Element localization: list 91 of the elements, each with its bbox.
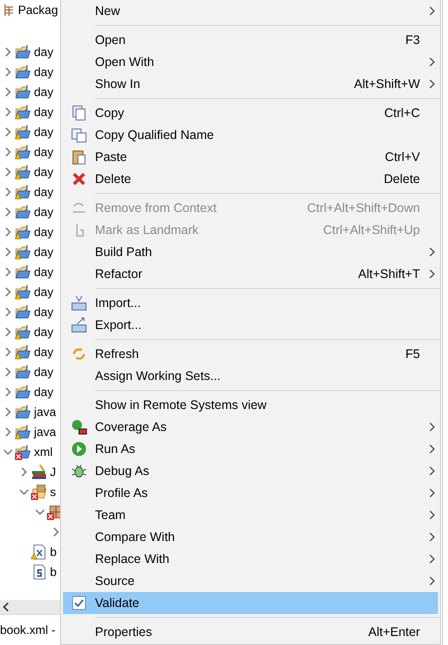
tree-item-label[interactable]: day [34, 322, 54, 342]
books-icon [31, 464, 47, 480]
menu-item[interactable]: Compare With [63, 526, 438, 548]
run-icon [71, 441, 87, 457]
menu-item[interactable]: Profile As [63, 482, 438, 504]
refresh-icon [71, 346, 87, 362]
menu-item[interactable]: Refresh F5 [63, 343, 438, 365]
tree-item-label[interactable]: java [34, 402, 56, 422]
menu-item[interactable]: Properties Alt+Enter [63, 621, 438, 643]
expand-chevron-icon[interactable] [3, 207, 13, 217]
menu-item[interactable]: Build Path [63, 241, 438, 263]
delete-icon [71, 171, 87, 187]
menu-item[interactable]: Validate [63, 592, 438, 614]
expand-chevron-icon[interactable] [3, 247, 13, 257]
menu-item[interactable]: Replace With [63, 548, 438, 570]
export-icon [71, 317, 87, 333]
menu-item[interactable]: Show in Remote Systems view [63, 394, 438, 416]
expand-chevron-icon[interactable] [3, 127, 13, 137]
scroll-left-icon[interactable] [2, 602, 10, 612]
tree-item-label[interactable]: day [34, 362, 54, 382]
menu-item[interactable]: Refactor Alt+Shift+T [63, 263, 438, 285]
tree-item-label[interactable]: b [50, 562, 57, 582]
tree-item-label[interactable]: day [34, 102, 54, 122]
package-explorer-icon [4, 4, 14, 16]
clipboard-icon [71, 149, 87, 165]
expand-chevron-icon[interactable] [51, 527, 61, 537]
expand-chevron-icon[interactable] [3, 347, 13, 357]
expand-chevron-icon[interactable] [3, 367, 13, 377]
tree-item-label[interactable]: day [34, 222, 54, 242]
tree-item-label[interactable]: day [34, 302, 54, 322]
import-icon [71, 295, 87, 311]
menu-item[interactable]: Assign Working Sets... [63, 365, 438, 387]
tree-item-label[interactable]: day [34, 42, 54, 62]
tree-item-label[interactable]: day [34, 262, 54, 282]
expand-chevron-icon[interactable] [3, 307, 13, 317]
tree-item-label[interactable]: day [34, 242, 54, 262]
menu-item[interactable]: Source [63, 570, 438, 592]
expand-chevron-icon[interactable] [3, 47, 13, 57]
tree-item-label[interactable]: day [34, 202, 54, 222]
tree-item-label[interactable]: day [34, 142, 54, 162]
expand-chevron-icon[interactable] [3, 427, 13, 437]
menu-item[interactable]: Coverage As [63, 416, 438, 438]
copy-icon [71, 127, 87, 143]
tree-item-label[interactable]: day [34, 282, 54, 302]
expand-chevron-icon[interactable] [3, 187, 13, 197]
menu-item[interactable]: Team [63, 504, 438, 526]
tree-item-label[interactable]: s [50, 482, 56, 502]
view-title[interactable]: Packag [18, 0, 58, 20]
menu-item[interactable]: Export... [63, 314, 438, 336]
tree-item-label[interactable]: day [34, 82, 54, 102]
expand-chevron-icon[interactable] [3, 147, 13, 157]
tree-item-label[interactable]: java [34, 422, 56, 442]
expand-chevron-icon[interactable] [3, 227, 13, 237]
tree-item-label[interactable]: day [34, 162, 54, 182]
horizontal-scrollbar[interactable] [0, 600, 61, 614]
tree-item-label[interactable]: day [34, 342, 54, 362]
menu-item[interactable]: Open With [63, 51, 438, 73]
tree-item-label[interactable]: day [34, 62, 54, 82]
coverage-icon [71, 419, 87, 435]
menu-item[interactable]: New [63, 0, 438, 22]
editor-tab-title[interactable]: book.xml - [0, 620, 56, 640]
tree-item-label[interactable]: xml [34, 442, 53, 462]
expand-chevron-icon[interactable] [3, 407, 13, 417]
menu-item[interactable]: Copy Ctrl+C [63, 102, 438, 124]
menu-item[interactable]: Run As [63, 438, 438, 460]
expand-chevron-icon[interactable] [3, 167, 13, 177]
tree-item-label[interactable]: J [50, 462, 56, 482]
tree-item-label[interactable]: day [34, 382, 54, 402]
expand-chevron-icon[interactable] [3, 107, 13, 117]
expand-chevron-icon[interactable] [3, 87, 13, 97]
tree-item-label[interactable]: day [34, 182, 54, 202]
expand-chevron-icon[interactable] [19, 467, 29, 477]
expand-chevron-icon[interactable] [3, 387, 13, 397]
menu-item[interactable]: Debug As [63, 460, 438, 482]
tree-item-label[interactable]: day [34, 122, 54, 142]
collapse-chevron-icon[interactable] [19, 487, 29, 497]
tree-item-label[interactable]: b [50, 542, 57, 562]
expand-chevron-icon[interactable] [3, 287, 13, 297]
collapse-chevron-icon[interactable] [3, 447, 13, 457]
copy-icon [71, 105, 87, 121]
menu-item[interactable]: Open F3 [63, 29, 438, 51]
menu-item[interactable]: Paste Ctrl+V [63, 146, 438, 168]
collapse-chevron-icon[interactable] [35, 507, 45, 517]
menu-item[interactable]: Show In Alt+Shift+W [63, 73, 438, 95]
menu-item[interactable]: Delete Delete [63, 168, 438, 190]
bug-icon [71, 463, 87, 479]
menu-item[interactable]: Copy Qualified Name [63, 124, 438, 146]
expand-chevron-icon[interactable] [3, 267, 13, 277]
expand-chevron-icon[interactable] [3, 67, 13, 77]
menu-item[interactable]: Import... [63, 292, 438, 314]
expand-chevron-icon[interactable] [3, 327, 13, 337]
